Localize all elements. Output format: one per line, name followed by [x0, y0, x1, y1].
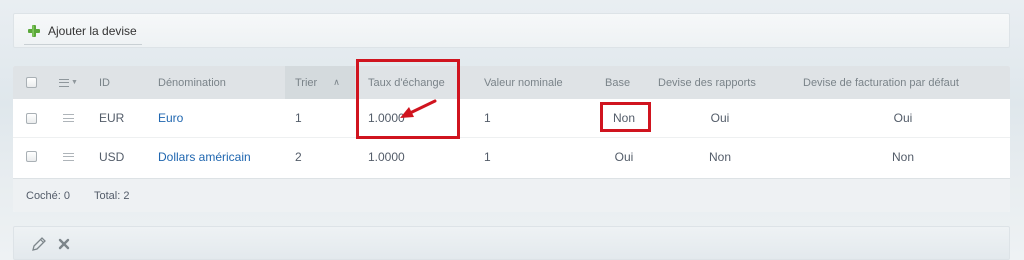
sort-asc-icon: ∧ [333, 77, 340, 87]
cell-nominal: 1 [484, 149, 491, 164]
row-checkbox[interactable] [26, 138, 37, 175]
cell-id: EUR [99, 111, 125, 125]
cell-sort: 2 [295, 149, 302, 164]
column-header-sort[interactable]: Trier ∧ [285, 66, 355, 99]
row-checkbox[interactable] [26, 99, 37, 137]
plus-icon [27, 24, 41, 38]
delete-icon[interactable] [56, 236, 72, 252]
cell-base: Non [612, 111, 635, 125]
cell-sort: 1 [295, 111, 302, 125]
cell-billing: Oui [893, 111, 913, 125]
cell-billing: Non [891, 149, 914, 164]
column-header-rate[interactable]: Taux d'échange [368, 66, 445, 99]
column-header-id[interactable]: ID [99, 66, 110, 99]
cell-reports: Non [708, 149, 731, 164]
cell-rate: 1.0000 [368, 111, 405, 125]
currency-name-link[interactable]: Euro [158, 99, 183, 137]
drag-handle-icon[interactable] [63, 99, 74, 137]
cell-nominal: 1 [484, 111, 491, 125]
pencil-icon[interactable] [31, 236, 47, 252]
currency-name-link[interactable]: Dollars américain [158, 138, 251, 175]
cell-id: USD [99, 149, 125, 164]
bottom-toolbar [13, 226, 1010, 260]
top-toolbar: Ajouter la devise [13, 13, 1010, 48]
total-count: Total: 2 [94, 189, 130, 202]
table-row[interactable]: USD Dollars américain 2 1.0000 1 Oui Non… [13, 137, 1010, 175]
grid-footer: Coché: 0 Total: 2 [13, 178, 1010, 212]
currency-grid: ▼ ID Dénomination Trier ∧ Taux d'échange… [13, 66, 1010, 212]
cell-base: Oui [614, 149, 634, 164]
select-all-checkbox[interactable] [26, 66, 37, 99]
column-header-base[interactable]: Base [605, 66, 630, 99]
column-header-name[interactable]: Dénomination [158, 66, 226, 99]
grid-header: ▼ ID Dénomination Trier ∧ Taux d'échange… [13, 66, 1010, 99]
cell-rate: 1.0000 [368, 149, 405, 164]
column-menu-button[interactable]: ▼ [59, 66, 78, 99]
add-currency-button[interactable]: Ajouter la devise [24, 18, 142, 45]
drag-handle-icon[interactable] [63, 138, 74, 175]
table-row[interactable]: EUR Euro 1 1.0000 1 Non Oui Oui [13, 99, 1010, 137]
column-header-reports[interactable]: Devise des rapports [658, 66, 756, 99]
checked-count: Coché: 0 [26, 189, 71, 202]
column-header-nominal[interactable]: Valeur nominale [484, 66, 563, 99]
menu-icon: ▼ [59, 78, 78, 87]
column-header-billing[interactable]: Devise de facturation par défaut [803, 66, 959, 99]
cell-reports: Oui [710, 111, 730, 125]
sort-label: Trier [295, 76, 318, 89]
add-currency-label: Ajouter la devise [48, 24, 137, 38]
